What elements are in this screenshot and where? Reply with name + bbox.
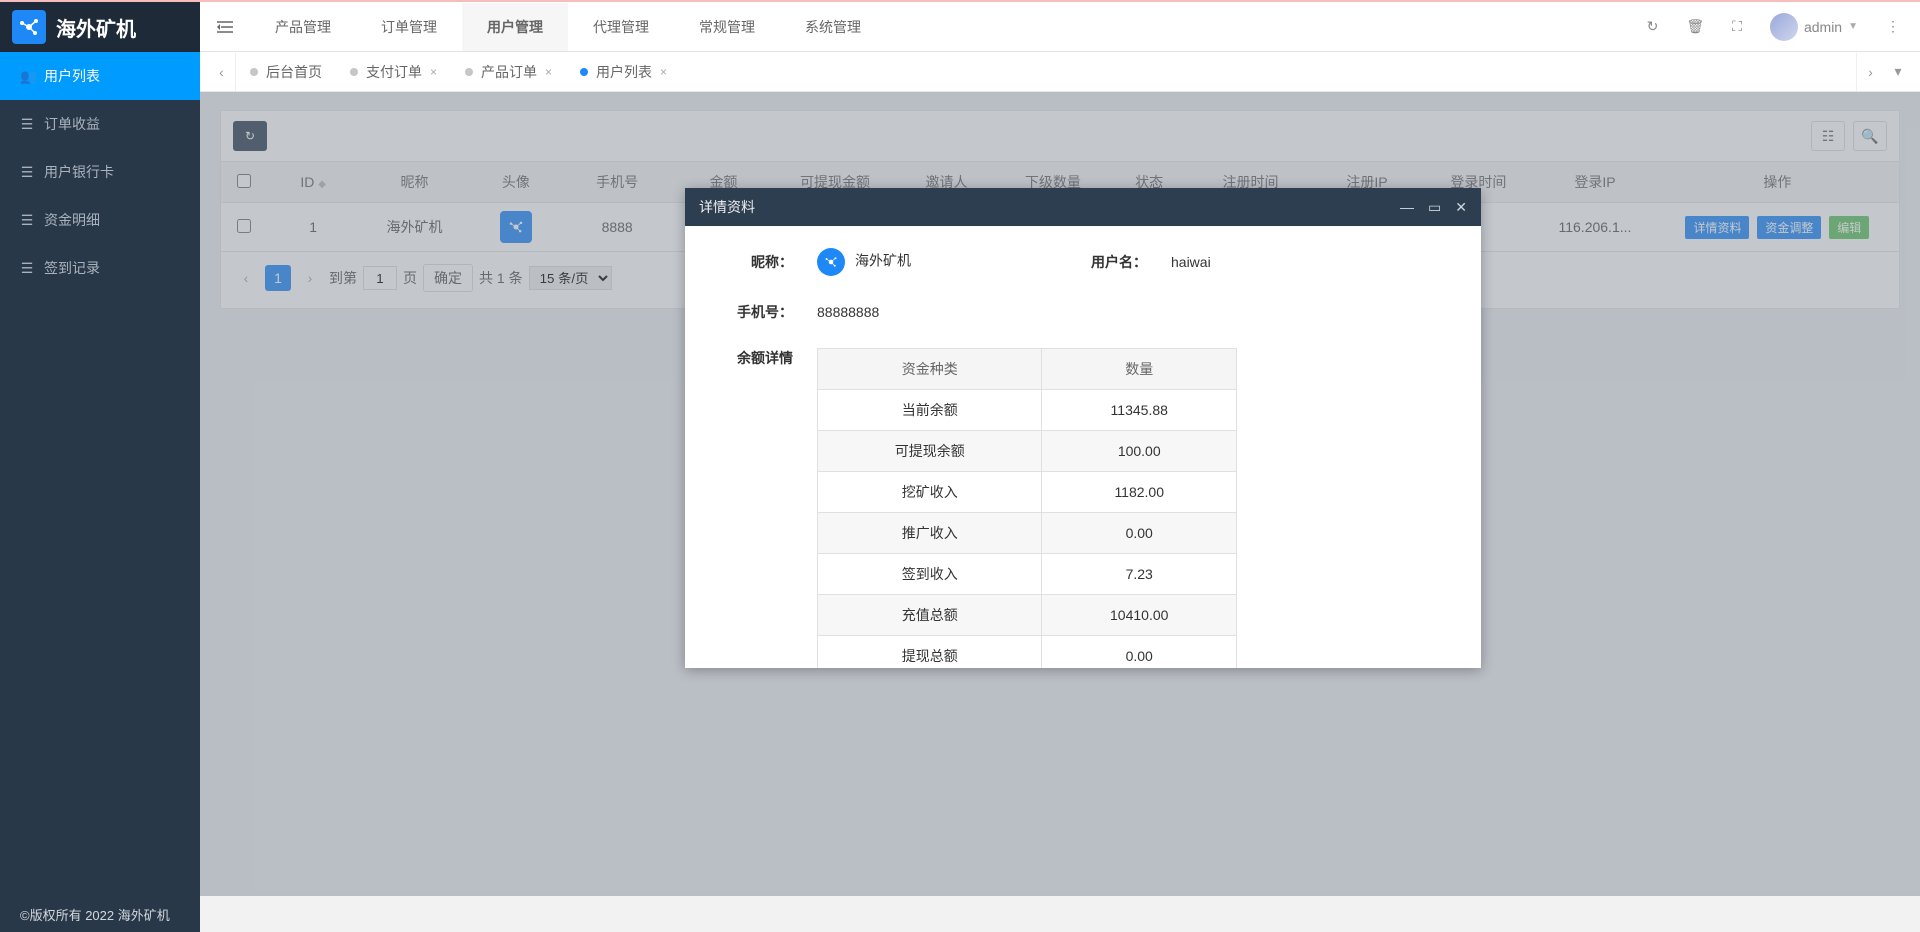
top-nav-item-user[interactable]: 用户管理 xyxy=(462,3,568,51)
tabs-menu-icon[interactable]: ▾ xyxy=(1884,53,1912,91)
sidebar: 👥用户列表 ☰订单收益 ☰用户银行卡 ☰资金明细 ☰签到记录 xyxy=(0,52,200,896)
chevron-down-icon: ▼ xyxy=(1848,21,1858,32)
value-phone: 88888888 xyxy=(817,304,879,320)
top-nav: 产品管理 订单管理 用户管理 代理管理 常规管理 系统管理 xyxy=(250,3,886,51)
list-icon: ☰ xyxy=(20,116,34,133)
header: 产品管理 订单管理 用户管理 代理管理 常规管理 系统管理 ↻ 🗑 ⛶ admi… xyxy=(200,2,1920,52)
tabs-bar: ‹ 后台首页 支付订单× 产品订单× 用户列表× › ▾ xyxy=(200,52,1920,92)
sidebar-item-user-list[interactable]: 👥用户列表 xyxy=(0,52,200,100)
modal-body[interactable]: 昵称： 海外矿机 用户名： haiwai 手机号： 88888888 余额详情 … xyxy=(685,226,1481,668)
sidebar-toggle-icon[interactable] xyxy=(200,3,250,51)
trash-icon[interactable]: 🗑 xyxy=(1686,18,1704,35)
close-icon[interactable]: × xyxy=(660,65,667,79)
list-icon: ☰ xyxy=(20,164,34,181)
label-balance-detail: 余额详情 xyxy=(729,348,793,368)
app-name: 海外矿机 xyxy=(56,13,136,42)
top-nav-item-agent[interactable]: 代理管理 xyxy=(568,3,674,51)
bal-th-kind: 资金种类 xyxy=(818,349,1042,390)
list-icon: ☰ xyxy=(20,260,34,277)
top-nav-item-order[interactable]: 订单管理 xyxy=(356,3,462,51)
tabs-prev-icon[interactable]: ‹ xyxy=(208,53,236,91)
sidebar-item-earnings[interactable]: ☰订单收益 xyxy=(0,100,200,148)
value-nick: 海外矿机 xyxy=(855,253,911,269)
avatar-icon xyxy=(817,248,845,276)
bal-th-qty: 数量 xyxy=(1042,349,1237,390)
tab-user-list[interactable]: 用户列表× xyxy=(566,53,681,91)
tab-home[interactable]: 后台首页 xyxy=(236,53,336,91)
username-label: admin xyxy=(1804,19,1842,35)
brand-icon xyxy=(12,10,46,44)
fullscreen-icon[interactable]: ⛶ xyxy=(1732,18,1742,35)
sidebar-item-funds[interactable]: ☰资金明细 xyxy=(0,196,200,244)
close-icon[interactable]: × xyxy=(545,65,552,79)
tab-payment-orders[interactable]: 支付订单× xyxy=(336,53,451,91)
value-username: haiwai xyxy=(1171,254,1211,270)
minimize-icon[interactable]: ― xyxy=(1400,199,1414,216)
copyright: ©版权所有 2022 海外矿机 xyxy=(20,905,170,924)
modal-header[interactable]: 详情资料 ― ▭ ✕ xyxy=(685,188,1481,226)
detail-modal: 详情资料 ― ▭ ✕ 昵称： 海外矿机 用户名： haiwai 手机号： 888… xyxy=(685,188,1481,668)
label-phone: 手机号： xyxy=(729,302,793,322)
top-nav-item-general[interactable]: 常规管理 xyxy=(674,3,780,51)
close-icon[interactable]: ✕ xyxy=(1455,199,1467,216)
top-nav-item-product[interactable]: 产品管理 xyxy=(250,3,356,51)
tab-product-orders[interactable]: 产品订单× xyxy=(451,53,566,91)
tabs-next-icon[interactable]: › xyxy=(1856,53,1884,91)
balance-table: 资金种类数量 当前余额11345.88 可提现余额100.00 挖矿收入1182… xyxy=(817,348,1237,668)
more-icon[interactable]: ⋮ xyxy=(1886,18,1900,35)
sidebar-item-checkin[interactable]: ☰签到记录 xyxy=(0,244,200,292)
avatar-icon xyxy=(1770,13,1798,41)
close-icon[interactable]: × xyxy=(430,65,437,79)
label-nick: 昵称： xyxy=(729,252,793,272)
user-icon: 👥 xyxy=(20,68,34,85)
modal-title: 详情资料 xyxy=(699,197,755,217)
sidebar-item-bank[interactable]: ☰用户银行卡 xyxy=(0,148,200,196)
logo-block[interactable]: 海外矿机 xyxy=(0,2,200,52)
refresh-icon[interactable]: ↻ xyxy=(1647,18,1659,35)
top-nav-item-system[interactable]: 系统管理 xyxy=(780,3,886,51)
user-menu[interactable]: admin ▼ xyxy=(1770,13,1858,41)
maximize-icon[interactable]: ▭ xyxy=(1428,199,1441,216)
footer: ©版权所有 2022 海外矿机 xyxy=(0,896,200,932)
label-username: 用户名： xyxy=(1083,252,1147,272)
list-icon: ☰ xyxy=(20,212,34,229)
